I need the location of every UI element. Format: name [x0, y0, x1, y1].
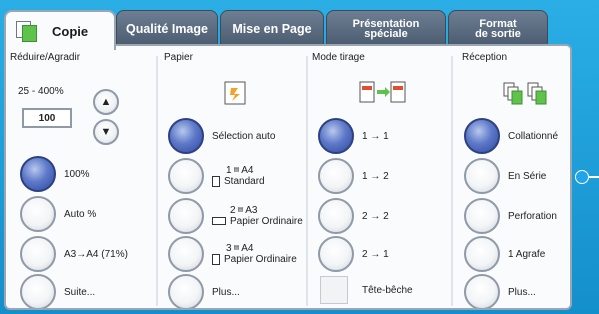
- reception-option-collationne[interactable]: Collationné: [464, 118, 558, 154]
- tab-bar: Format de sortie Présentation spéciale M…: [4, 10, 564, 50]
- option-label: Collationné: [508, 130, 559, 142]
- tab-label: Copie: [52, 23, 89, 39]
- radio-button[interactable]: [318, 198, 354, 234]
- radio-button[interactable]: [168, 198, 204, 234]
- paper-option-tray-2[interactable]: 2 ▤ A3 Papier Ordinaire: [168, 198, 303, 234]
- reception-option-perforation[interactable]: Perforation: [464, 198, 557, 234]
- tab-qualite-image[interactable]: Qualité Image: [116, 10, 218, 48]
- radio-button[interactable]: [20, 274, 56, 308]
- option-label: 2 → 1: [362, 248, 389, 260]
- option-label: A3→A4 (71%): [64, 248, 128, 260]
- option-label: 2 ▤ A3 Papier Ordinaire: [212, 205, 303, 227]
- column-divider: [451, 56, 453, 306]
- paper-tray-icon: [224, 81, 246, 105]
- tab-presentation-speciale[interactable]: Présentation spéciale: [326, 10, 446, 48]
- option-label: 1 ▤ A4 Standard: [212, 165, 265, 187]
- radio-button[interactable]: [318, 236, 354, 272]
- paper-header: Papier: [164, 52, 193, 63]
- tab-label: Mise en Page: [232, 21, 312, 36]
- radio-button[interactable]: [464, 198, 500, 234]
- mode-header: Mode tirage: [312, 52, 365, 63]
- option-label: Auto %: [64, 208, 97, 220]
- duplex-icon: [359, 81, 406, 103]
- collate-icon: [503, 82, 547, 105]
- tab-format-de-sortie[interactable]: Format de sortie: [448, 10, 548, 48]
- reception-header: Réception: [462, 52, 508, 63]
- column-divider: [306, 56, 308, 306]
- zoom-range-label: 25 - 400%: [18, 86, 64, 97]
- arrow-up-icon: ▲: [100, 96, 112, 108]
- radio-button[interactable]: [168, 236, 204, 272]
- reduce-option-suite[interactable]: Suite...: [20, 274, 96, 308]
- zoom-up-button[interactable]: ▲: [93, 89, 119, 115]
- checkbox[interactable]: [320, 276, 348, 304]
- option-label: Plus...: [508, 286, 536, 298]
- radio-button[interactable]: [464, 274, 500, 308]
- radio-button[interactable]: [20, 236, 56, 272]
- option-label: 1 → 2: [362, 170, 389, 182]
- radio-button[interactable]: [168, 274, 204, 308]
- reception-option-en-serie[interactable]: En Série: [464, 158, 546, 194]
- radio-button[interactable]: [20, 156, 56, 192]
- copy-panel: Réduire/Agradir 25 - 400% 100 ▲ ▼ 100% A…: [4, 44, 572, 310]
- option-label: 3 ▤ A4 Papier Ordinaire: [212, 243, 297, 265]
- option-label: Plus...: [212, 286, 240, 298]
- option-label: En Série: [508, 170, 547, 182]
- callout-line: [588, 176, 599, 178]
- reduce-option-100[interactable]: 100%: [20, 156, 90, 192]
- tab-copie[interactable]: Copie: [4, 10, 116, 50]
- option-label: 1 → 1: [362, 130, 389, 142]
- radio-button[interactable]: [168, 158, 204, 194]
- column-divider: [156, 56, 158, 306]
- radio-button[interactable]: [464, 236, 500, 272]
- option-label: Perforation: [508, 210, 557, 222]
- mode-option-2-1[interactable]: 2 → 1: [318, 236, 389, 272]
- zoom-down-button[interactable]: ▼: [93, 119, 119, 145]
- arrow-down-icon: ▼: [100, 126, 112, 138]
- option-label: Suite...: [64, 286, 96, 298]
- mode-option-tete-beche[interactable]: Tête-bêche: [320, 276, 413, 304]
- radio-button[interactable]: [20, 196, 56, 232]
- radio-button[interactable]: [464, 118, 500, 154]
- paper-option-tray-1[interactable]: 1 ▤ A4 Standard: [168, 158, 265, 194]
- paper-option-tray-3[interactable]: 3 ▤ A4 Papier Ordinaire: [168, 236, 297, 272]
- tab-label: Qualité Image: [126, 21, 208, 36]
- option-label: 1 Agrafe: [508, 248, 546, 260]
- reduce-header: Réduire/Agradir: [10, 52, 81, 63]
- reduce-option-a3-a4[interactable]: A3→A4 (71%): [20, 236, 128, 272]
- mode-option-2-2[interactable]: 2 → 2: [318, 198, 389, 234]
- tab-mise-en-page[interactable]: Mise en Page: [220, 10, 324, 48]
- copy-icon: [14, 19, 40, 43]
- option-label: Tête-bêche: [362, 284, 413, 296]
- zoom-value-field[interactable]: 100: [22, 108, 72, 128]
- radio-button[interactable]: [318, 118, 354, 154]
- reduce-option-auto[interactable]: Auto %: [20, 196, 96, 232]
- reception-option-plus[interactable]: Plus...: [464, 274, 536, 308]
- paper-option-plus[interactable]: Plus...: [168, 274, 240, 308]
- option-label: Sélection auto: [212, 130, 276, 142]
- paper-option-auto[interactable]: Sélection auto: [168, 118, 275, 154]
- tab-label: Format de sortie: [475, 18, 521, 40]
- radio-button[interactable]: [464, 158, 500, 194]
- tab-label: Présentation spéciale: [352, 18, 420, 40]
- mode-option-1-1[interactable]: 1 → 1: [318, 118, 389, 154]
- radio-button[interactable]: [318, 158, 354, 194]
- mode-option-1-2[interactable]: 1 → 2: [318, 158, 389, 194]
- option-label: 100%: [64, 168, 90, 180]
- reception-option-1-agrafe[interactable]: 1 Agrafe: [464, 236, 545, 272]
- option-label: 2 → 2: [362, 210, 389, 222]
- radio-button[interactable]: [168, 118, 204, 154]
- callout-pointer-icon: [575, 170, 589, 184]
